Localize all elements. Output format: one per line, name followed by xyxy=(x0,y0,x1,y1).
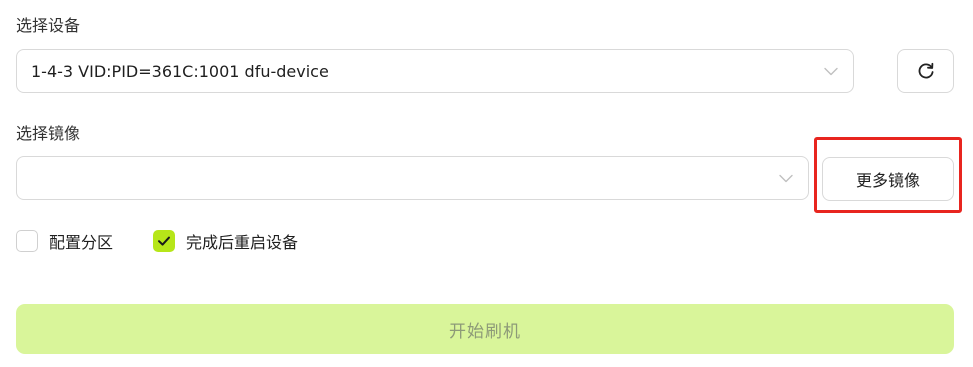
configure-partition-checkbox[interactable]: 配置分区 xyxy=(16,229,113,253)
chevron-down-icon xyxy=(779,174,793,183)
start-flash-button[interactable]: 开始刷机 xyxy=(16,304,954,354)
chevron-down-icon xyxy=(824,67,838,76)
device-select-value: 1-4-3 VID:PID=361C:1001 dfu-device xyxy=(31,61,329,81)
device-select[interactable]: 1-4-3 VID:PID=361C:1001 dfu-device xyxy=(16,49,854,93)
reboot-after-checkbox[interactable]: 完成后重启设备 xyxy=(153,229,298,253)
configure-partition-label: 配置分区 xyxy=(49,233,114,252)
checkmark-icon xyxy=(158,236,170,246)
reboot-after-label: 完成后重启设备 xyxy=(186,233,299,252)
image-section-label: 选择镜像 xyxy=(16,124,81,143)
refresh-icon xyxy=(918,62,933,79)
image-select[interactable] xyxy=(16,156,809,200)
device-section-label: 选择设备 xyxy=(16,16,81,35)
flash-panel: 选择设备 1-4-3 VID:PID=361C:1001 dfu-device … xyxy=(0,0,973,367)
checkbox-unchecked-icon xyxy=(16,230,38,252)
refresh-button[interactable] xyxy=(897,49,954,93)
checkbox-checked-icon xyxy=(153,230,175,252)
more-images-button[interactable]: 更多镜像 xyxy=(822,157,954,201)
